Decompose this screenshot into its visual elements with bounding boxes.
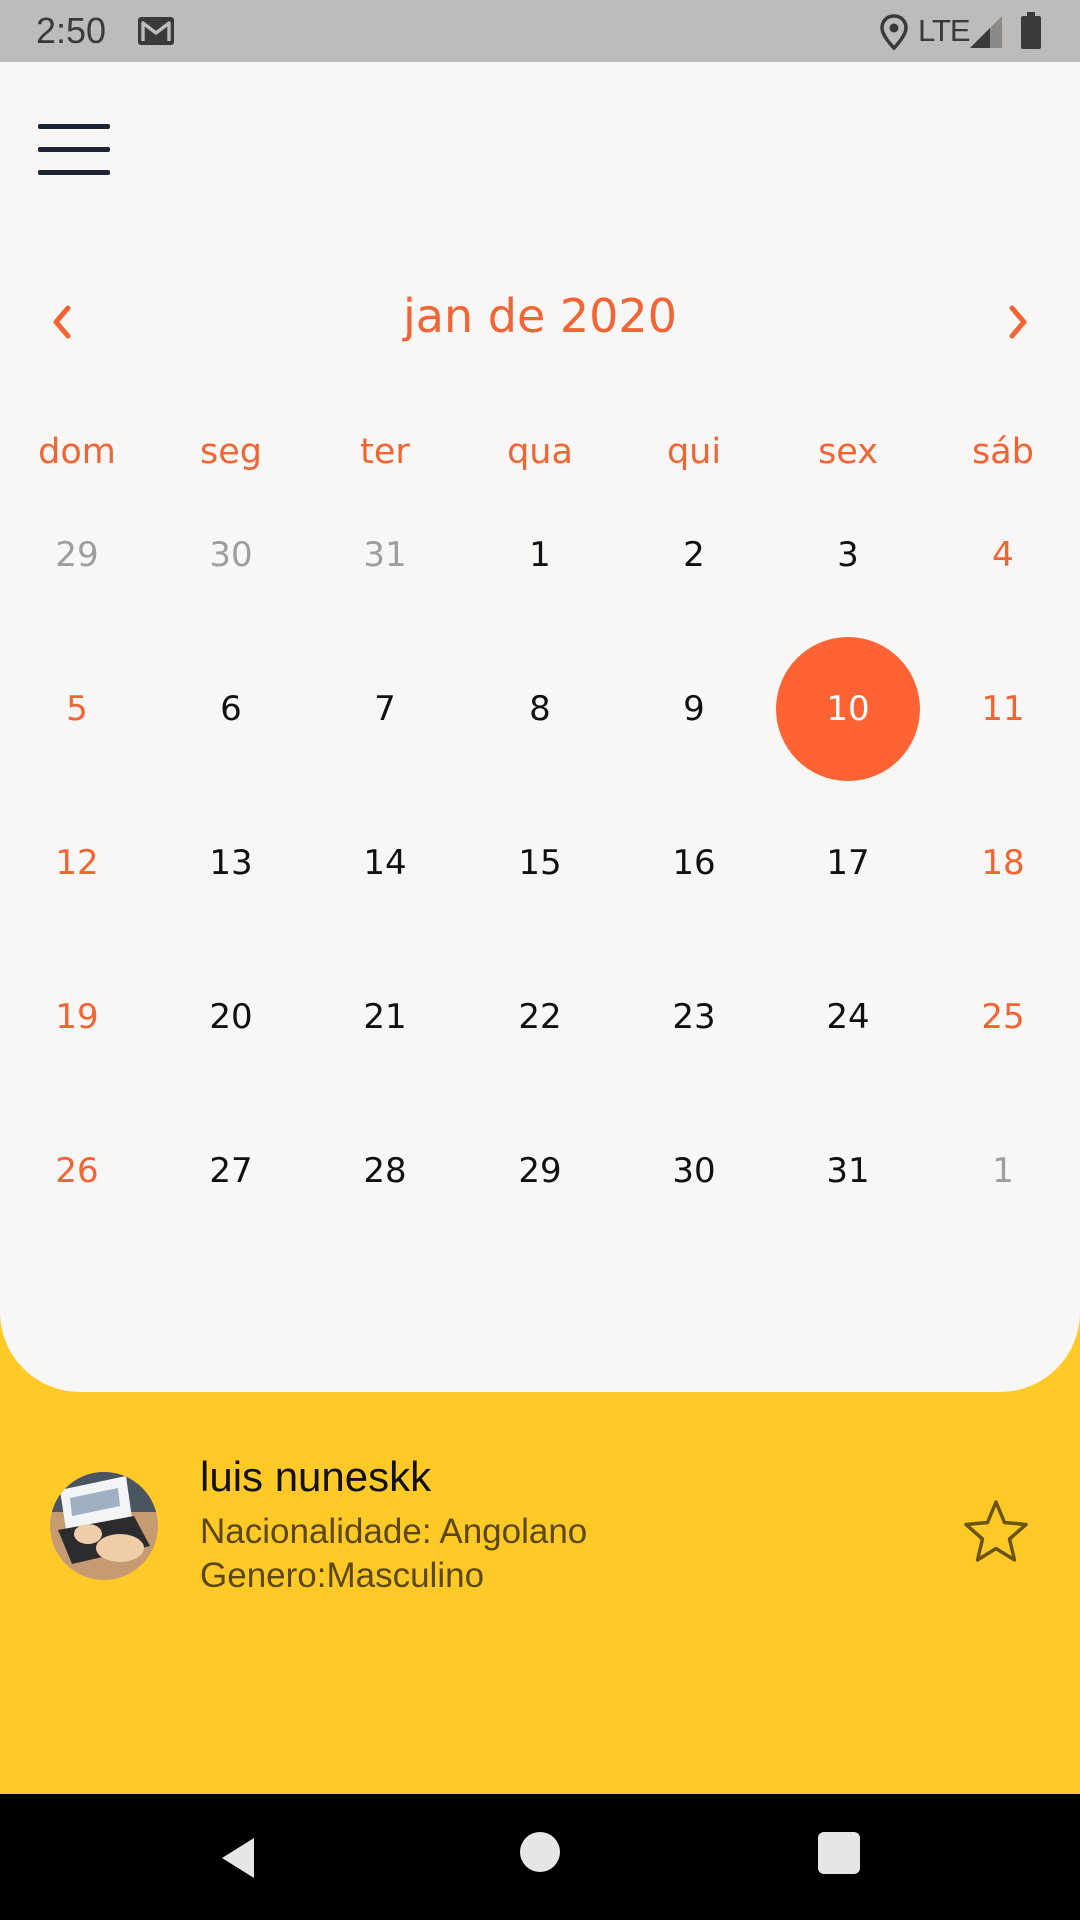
calendar-day[interactable]: 14 (313, 791, 457, 935)
calendar-day[interactable]: 31 (776, 1099, 920, 1243)
calendar-day[interactable]: 4 (931, 483, 1075, 627)
calendar-day[interactable]: 1 (931, 1099, 1075, 1243)
calendar-day[interactable]: 10 (776, 637, 920, 781)
profile-name: luis nuneskk (200, 1453, 432, 1500)
back-triangle-icon (222, 1838, 254, 1878)
calendar-day[interactable]: 30 (622, 1099, 766, 1243)
calendar-day[interactable]: 16 (622, 791, 766, 935)
weekday-label: qua (507, 432, 573, 472)
calendar-day[interactable]: 1 (468, 483, 612, 627)
nav-back-button[interactable] (214, 1830, 270, 1886)
calendar-day[interactable]: 7 (313, 637, 457, 781)
calendar-day[interactable]: 29 (5, 483, 149, 627)
calendar-day[interactable]: 27 (159, 1099, 303, 1243)
calendar-day[interactable]: 21 (313, 945, 457, 1089)
month-title: jan de 2020 (403, 289, 677, 343)
calendar-day[interactable]: 8 (468, 637, 612, 781)
weekday-label: seg (200, 432, 262, 472)
calendar-day[interactable]: 30 (159, 483, 303, 627)
battery-icon (1021, 12, 1041, 49)
weekday-header: dom seg ter qua qui sex sáb (0, 417, 1080, 487)
signal-icon (970, 16, 1002, 48)
prev-month-button[interactable] (30, 290, 94, 354)
avatar[interactable] (50, 1472, 158, 1580)
menu-button[interactable] (26, 104, 120, 194)
calendar-day[interactable]: 25 (931, 945, 1075, 1089)
calendar-day[interactable]: 11 (931, 637, 1075, 781)
calendar-day[interactable]: 6 (159, 637, 303, 781)
calendar-day[interactable]: 13 (159, 791, 303, 935)
calendar-day[interactable]: 29 (468, 1099, 612, 1243)
calendar-day[interactable]: 26 (5, 1099, 149, 1243)
network-type-label: LTE (918, 13, 971, 48)
gmail-notification-icon (138, 17, 174, 45)
star-outline-icon (964, 1500, 1028, 1562)
system-navigation-bar (0, 1794, 1080, 1920)
calendar-day[interactable]: 19 (5, 945, 149, 1089)
status-time: 2:50 (36, 10, 107, 51)
weekday-label: qui (666, 432, 722, 472)
calendar-day[interactable]: 2 (622, 483, 766, 627)
location-icon (880, 14, 908, 50)
calendar-day[interactable]: 28 (313, 1099, 457, 1243)
calendar-day[interactable]: 17 (776, 791, 920, 935)
calendar-day[interactable]: 15 (468, 791, 612, 935)
calendar-day[interactable]: 23 (622, 945, 766, 1089)
weekday-label: ter (360, 432, 410, 472)
calendar-day[interactable]: 3 (776, 483, 920, 627)
weekday-label: sáb (972, 432, 1034, 472)
calendar-day[interactable]: 24 (776, 945, 920, 1089)
weekday-label: dom (38, 432, 116, 472)
calendar-day[interactable]: 22 (468, 945, 612, 1089)
next-month-button[interactable] (986, 290, 1050, 354)
status-bar: 2:50 LTE (0, 0, 1080, 62)
profile-nationality: Nacionalidade: Angolano (200, 1512, 588, 1551)
weekday-label: sex (818, 432, 878, 472)
calendar-day[interactable]: 12 (5, 791, 149, 935)
nav-home-button[interactable] (520, 1832, 560, 1872)
calendar-day[interactable]: 31 (313, 483, 457, 627)
favorite-button[interactable] (960, 1496, 1032, 1568)
profile-gender: Genero:Masculino (200, 1556, 485, 1595)
calendar-card: jan de 2020 dom seg ter qua qui sex sáb … (0, 62, 1080, 1392)
chevron-right-icon (1009, 305, 1027, 339)
profile-panel: luis nuneskk Nacionalidade: Angolano Gen… (0, 1392, 1080, 1794)
calendar-day[interactable]: 18 (931, 791, 1075, 935)
hamburger-icon-line (38, 147, 110, 152)
nav-recents-button[interactable] (818, 1832, 860, 1874)
calendar-day[interactable]: 5 (5, 637, 149, 781)
calendar-day[interactable]: 9 (622, 637, 766, 781)
chevron-left-icon (53, 305, 71, 339)
hamburger-icon-line (38, 170, 110, 175)
hamburger-icon (38, 124, 110, 129)
calendar-day[interactable]: 20 (159, 945, 303, 1089)
